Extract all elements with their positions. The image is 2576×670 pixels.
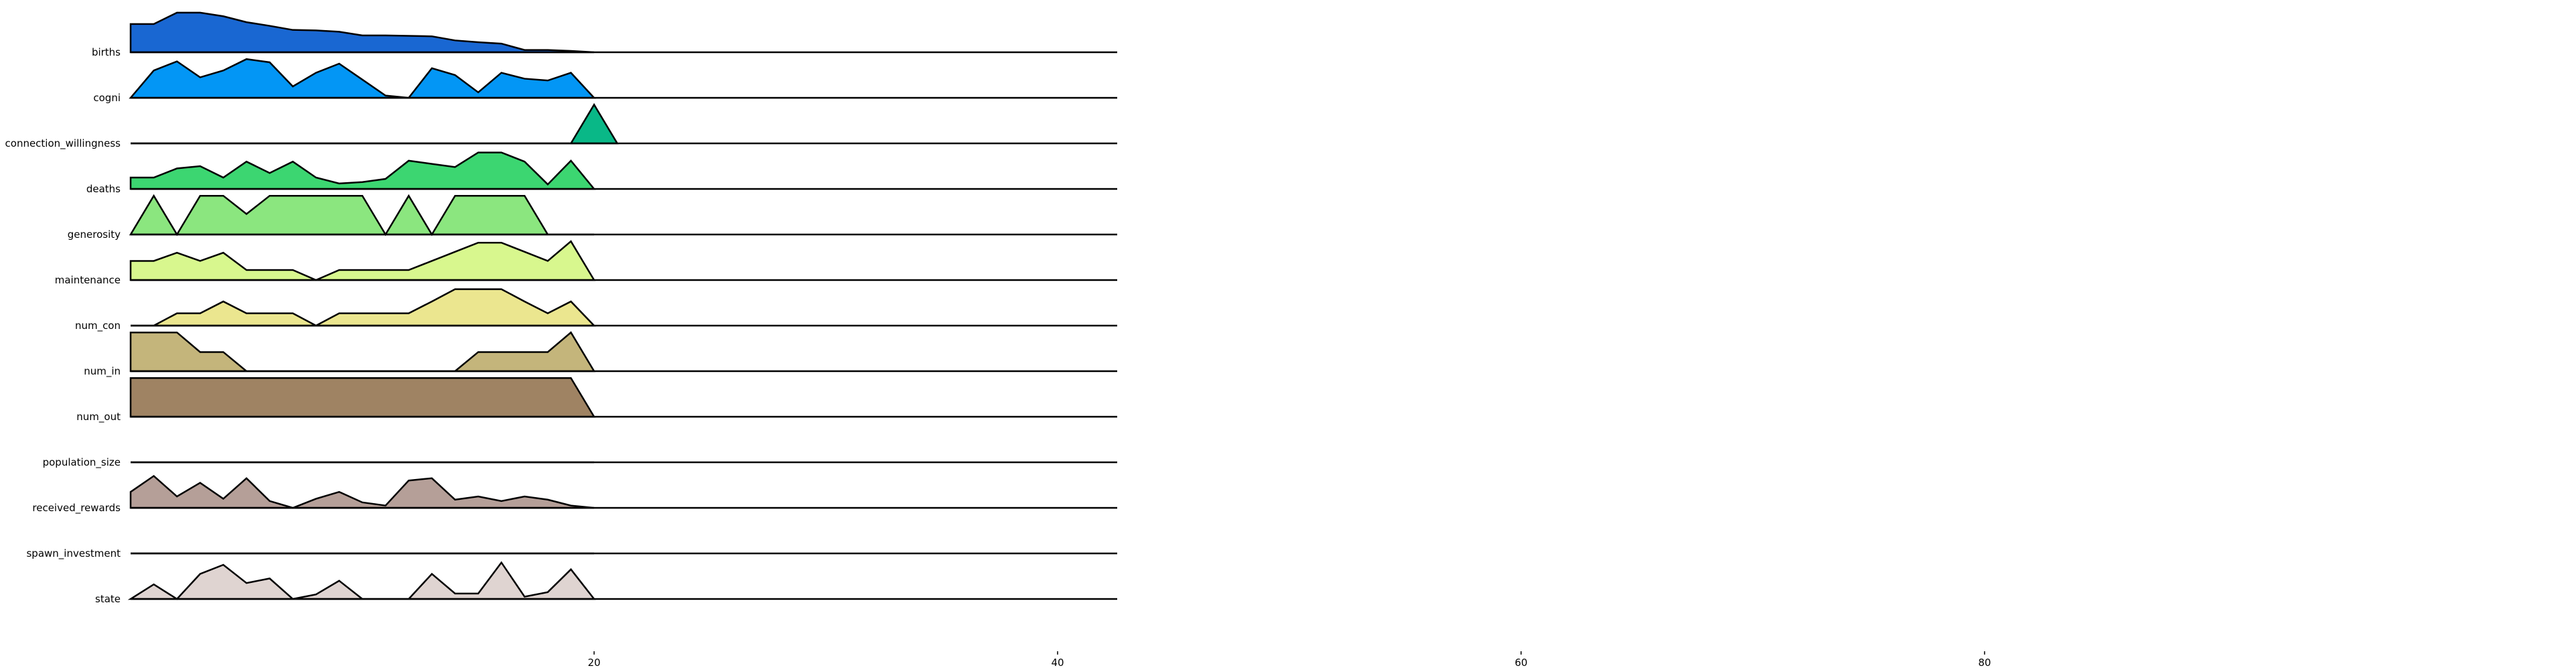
x-axis: 20 40 60 80: [587, 651, 1991, 669]
ridges-group: [127, 11, 1117, 600]
row-label-num-out: num_out: [76, 411, 121, 423]
ridgeline-chart: births cogni connection_willingnessdeaths g…: [5, 11, 1991, 669]
ridge-generosity: [129, 194, 594, 237]
x-tick-label-80: 80: [1978, 657, 1991, 669]
ridge-births: [129, 11, 595, 54]
row-label-cogni: cogni: [93, 92, 121, 104]
ridge-num-con: [131, 288, 596, 327]
row-label-generosity: generosity: [68, 228, 121, 241]
ridge-maintenance: [129, 240, 596, 281]
ridge-num-out: [129, 377, 596, 418]
row-label-deaths: deaths: [86, 183, 121, 195]
ridge-deaths: [129, 151, 596, 190]
row-label-state: state: [95, 593, 121, 605]
x-tick-label-20: 20: [587, 657, 600, 669]
ridge-cogni: [129, 58, 596, 99]
x-tick-label-60: 60: [1514, 657, 1527, 669]
row-label-connection-willingness: connection_willingness: [5, 137, 121, 150]
row-label-num-in: num_in: [84, 365, 121, 378]
ridge-num-in: [129, 331, 596, 373]
ridge-received-rewards: [129, 474, 595, 509]
row-labels-group: births cogni connection_willingnessdeaths g…: [5, 46, 121, 605]
x-tick-label-40: 40: [1051, 657, 1064, 669]
ridge-state: [127, 561, 596, 600]
row-label-received-rewards: received_rewards: [32, 502, 121, 515]
row-label-population-size: population_size: [43, 456, 121, 469]
row-label-spawn-investment: spawn_investment: [26, 547, 121, 560]
row-label-maintenance: maintenance: [55, 274, 121, 286]
row-label-births: births: [92, 46, 121, 58]
ridge-connection-willingness: [131, 103, 619, 145]
row-label-num-con: num_con: [75, 320, 121, 332]
